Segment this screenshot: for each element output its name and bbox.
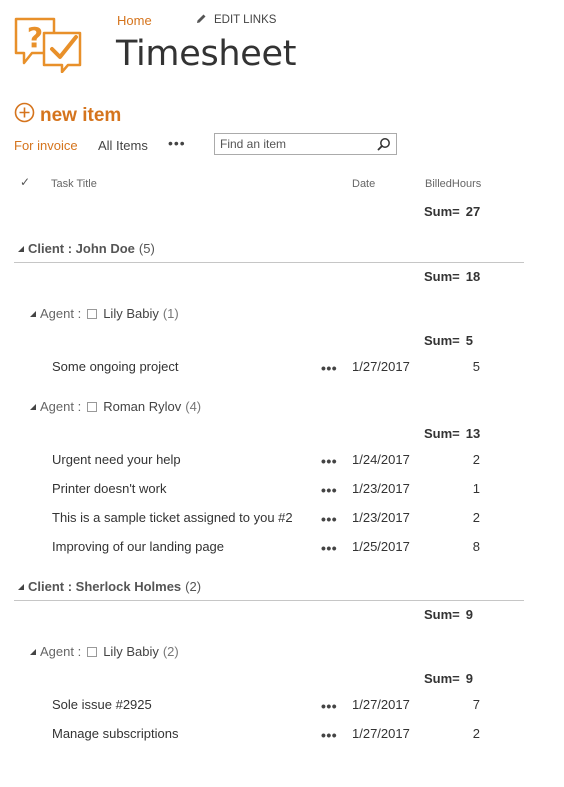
row-task-title[interactable]: Printer doesn't work xyxy=(52,481,166,496)
view-all-items-tab[interactable]: All Items xyxy=(98,138,148,153)
row-more-button[interactable]: ••• xyxy=(321,541,337,555)
group-header-agent[interactable]: Agent : Lily Babiy (1) xyxy=(30,306,179,321)
page-title: Timesheet xyxy=(116,34,297,74)
site-logo-icon[interactable]: ? xyxy=(14,17,84,78)
nav-home-link[interactable]: Home xyxy=(117,13,152,28)
edit-links-label: EDIT LINKS xyxy=(214,14,277,26)
row-task-title[interactable]: Urgent need your help xyxy=(52,452,181,467)
pencil-icon xyxy=(196,13,207,27)
agent-count: (1) xyxy=(162,306,179,321)
sum-value: 18 xyxy=(465,269,481,284)
sum-label: Sum= xyxy=(424,333,460,348)
row-billed-hours: 1 xyxy=(472,481,480,496)
row-billed-hours: 5 xyxy=(472,359,480,374)
row-task-title[interactable]: This is a sample ticket assigned to you … xyxy=(52,510,293,525)
new-item-button[interactable]: new item xyxy=(14,102,121,129)
agent-name: Lily Babiy xyxy=(103,644,159,659)
collapse-triangle-icon[interactable] xyxy=(18,245,24,252)
client-count: (2) xyxy=(185,579,202,594)
new-item-label: new item xyxy=(40,104,122,126)
sum-value: 5 xyxy=(465,333,473,348)
row-task-title[interactable]: Improving of our landing page xyxy=(52,539,224,554)
group-header-agent[interactable]: Agent : Lily Babiy (2) xyxy=(30,644,179,659)
sum-label: Sum= xyxy=(424,607,460,622)
row-more-button[interactable]: ••• xyxy=(321,512,337,526)
client-label: Client : John Doe xyxy=(28,241,135,256)
row-date: 1/27/2017 xyxy=(352,359,410,374)
search-icon[interactable] xyxy=(377,137,391,156)
row-more-button[interactable]: ••• xyxy=(321,728,337,742)
agent-presence-icon xyxy=(87,308,98,319)
agent-name: Roman Rylov xyxy=(103,399,182,414)
agent-name: Lily Babiy xyxy=(103,306,159,321)
group-divider xyxy=(14,600,524,601)
svg-text:?: ? xyxy=(27,21,43,54)
row-billed-hours: 8 xyxy=(472,539,480,554)
row-date: 1/24/2017 xyxy=(352,452,410,467)
sum-label: Sum= xyxy=(424,671,460,686)
column-header-task-title[interactable]: Task Title xyxy=(51,178,97,190)
row-more-button[interactable]: ••• xyxy=(321,454,337,468)
client-sum: Sum= 9 xyxy=(424,607,473,622)
group-header-agent[interactable]: Agent : Roman Rylov (4) xyxy=(30,399,201,414)
agent-presence-icon xyxy=(87,646,98,657)
edit-links-button[interactable]: EDIT LINKS xyxy=(196,13,276,27)
row-date: 1/25/2017 xyxy=(352,539,410,554)
row-date: 1/27/2017 xyxy=(352,726,410,741)
group-header-client[interactable]: Client : John Doe (5) xyxy=(18,241,155,256)
sum-value: 13 xyxy=(465,426,481,441)
row-more-button[interactable]: ••• xyxy=(321,699,337,713)
row-task-title[interactable]: Some ongoing project xyxy=(52,359,178,374)
column-header-billed-hours[interactable]: BilledHours xyxy=(425,178,481,190)
sum-label: Sum= xyxy=(424,204,460,219)
client-count: (5) xyxy=(138,241,155,256)
select-all-checkmark[interactable]: ✓ xyxy=(20,175,30,189)
agent-label: Agent : xyxy=(40,644,82,659)
more-views-button[interactable]: ••• xyxy=(168,135,186,151)
sum-label: Sum= xyxy=(424,269,460,284)
agent-sum: Sum= 13 xyxy=(424,426,480,441)
agent-sum: Sum= 9 xyxy=(424,671,473,686)
row-billed-hours: 2 xyxy=(472,726,480,741)
collapse-triangle-icon[interactable] xyxy=(30,310,36,317)
plus-circle-icon xyxy=(14,102,35,129)
agent-count: (4) xyxy=(185,399,202,414)
agent-label: Agent : xyxy=(40,399,82,414)
column-header-date[interactable]: Date xyxy=(352,178,375,190)
sum-value: 9 xyxy=(465,671,473,686)
row-billed-hours: 7 xyxy=(472,697,480,712)
agent-count: (2) xyxy=(162,644,179,659)
collapse-triangle-icon[interactable] xyxy=(18,583,24,590)
row-billed-hours: 2 xyxy=(472,510,480,525)
collapse-triangle-icon[interactable] xyxy=(30,648,36,655)
agent-label: Agent : xyxy=(40,306,82,321)
agent-sum: Sum= 5 xyxy=(424,333,473,348)
search-input[interactable] xyxy=(215,135,378,153)
row-date: 1/27/2017 xyxy=(352,697,410,712)
row-task-title[interactable]: Manage subscriptions xyxy=(52,726,178,741)
row-task-title[interactable]: Sole issue #2925 xyxy=(52,697,152,712)
group-divider xyxy=(14,262,524,263)
row-date: 1/23/2017 xyxy=(352,481,410,496)
group-header-client[interactable]: Client : Sherlock Holmes (2) xyxy=(18,579,201,594)
total-sum: Sum= 27 xyxy=(424,204,480,219)
client-label: Client : Sherlock Holmes xyxy=(28,579,182,594)
sum-value: 27 xyxy=(465,204,481,219)
row-billed-hours: 2 xyxy=(472,452,480,467)
row-more-button[interactable]: ••• xyxy=(321,361,337,375)
search-box xyxy=(214,133,397,155)
view-for-invoice-tab[interactable]: For invoice xyxy=(14,138,78,153)
row-date: 1/23/2017 xyxy=(352,510,410,525)
agent-presence-icon xyxy=(87,401,98,412)
client-sum: Sum= 18 xyxy=(424,269,480,284)
sum-value: 9 xyxy=(465,607,473,622)
collapse-triangle-icon[interactable] xyxy=(30,403,36,410)
row-more-button[interactable]: ••• xyxy=(321,483,337,497)
sum-label: Sum= xyxy=(424,426,460,441)
